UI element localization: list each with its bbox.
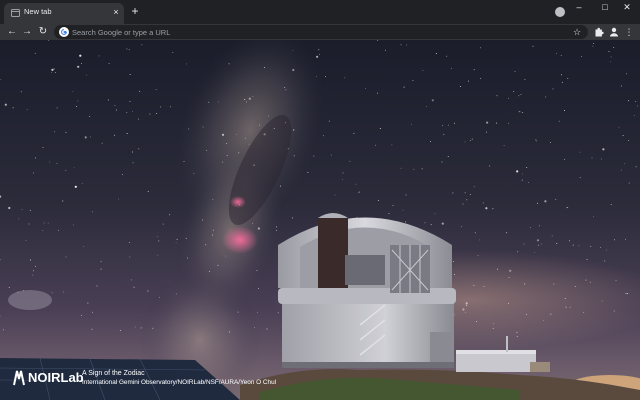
noirlab-logo-text: NOIRLab xyxy=(28,370,84,385)
noirlab-logo-icon xyxy=(13,370,25,386)
bookmark-star-icon[interactable]: ☆ xyxy=(571,26,583,38)
tab-new-tab[interactable]: New tab × xyxy=(4,3,124,24)
tab-title: New tab xyxy=(24,7,52,16)
omnibox[interactable]: ☆ xyxy=(54,25,588,39)
toolbar: ← → ↻ ☆ ⋮ xyxy=(0,24,640,40)
minimize-button[interactable]: – xyxy=(566,0,592,16)
kebab-menu-icon[interactable]: ⋮ xyxy=(622,25,636,39)
new-tab-background xyxy=(0,40,640,400)
tab-close-icon[interactable]: × xyxy=(111,7,121,17)
reload-button[interactable]: ↻ xyxy=(36,25,50,39)
person-icon[interactable] xyxy=(607,25,621,39)
profile-badge-icon[interactable] xyxy=(555,7,565,17)
new-tab-favicon-icon xyxy=(11,9,20,17)
back-button[interactable]: ← xyxy=(5,25,19,39)
observatory-night-photo xyxy=(0,40,640,400)
puzzle-icon[interactable] xyxy=(592,25,606,39)
noirlab-logo[interactable]: NOIRLab xyxy=(12,369,84,387)
attribution-title[interactable]: A Sign of the Zodiac xyxy=(82,370,145,377)
tab-strip: New tab × + – □ ✕ xyxy=(0,0,640,24)
omnibox-input[interactable] xyxy=(72,25,552,39)
google-g-icon xyxy=(59,27,69,37)
forward-button[interactable]: → xyxy=(20,25,34,39)
close-window-button[interactable]: ✕ xyxy=(614,0,640,16)
new-tab-button[interactable]: + xyxy=(129,5,141,17)
attribution-credit: International Gemini Observatory/NOIRLab… xyxy=(82,379,277,386)
